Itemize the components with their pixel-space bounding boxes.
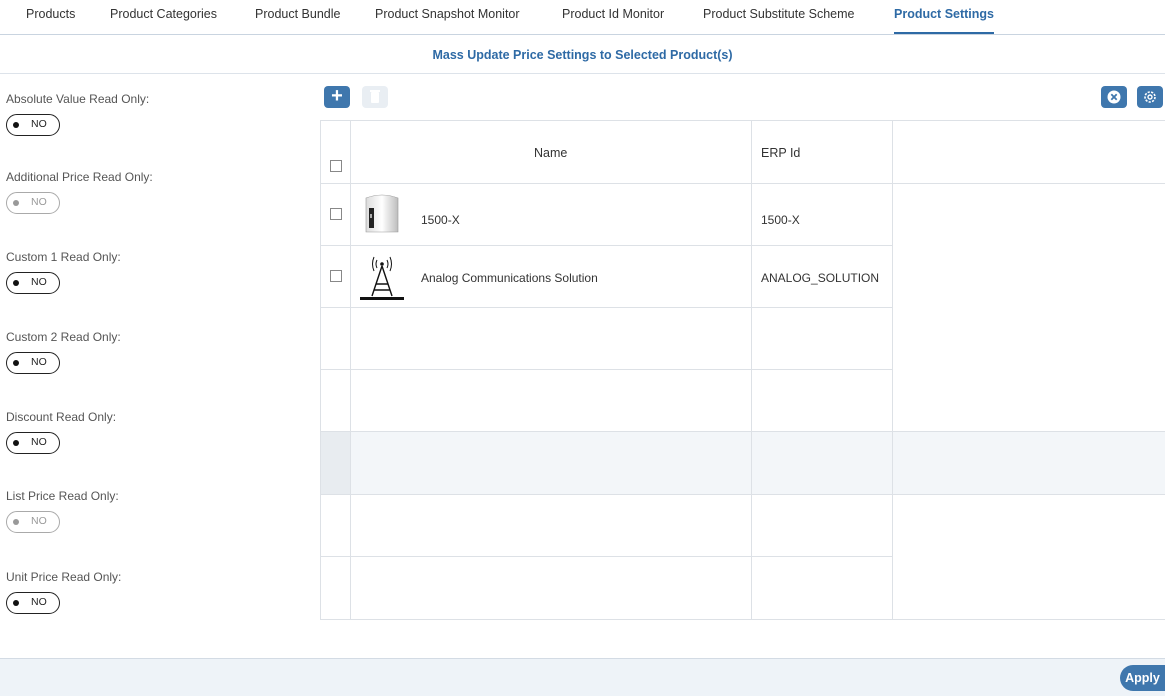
row-indicator	[320, 432, 350, 494]
toggle-value: NO	[31, 515, 47, 527]
setting-label: Additional Price Read Only:	[6, 170, 153, 184]
setting-label: Custom 1 Read Only:	[6, 250, 121, 264]
tab-product-substitute-scheme[interactable]: Product Substitute Scheme	[703, 0, 854, 34]
column-header-name[interactable]: Name	[534, 146, 567, 160]
tab-product-categories[interactable]: Product Categories	[110, 0, 217, 34]
tab-product-snapshot-monitor[interactable]: Product Snapshot Monitor	[375, 0, 520, 34]
grid-line	[320, 183, 1165, 184]
discount-read-only-toggle[interactable]: NO	[6, 432, 60, 454]
plus-icon: +	[331, 85, 343, 107]
toggle-value: NO	[31, 356, 47, 368]
product-erp-id: ANALOG_SOLUTION	[761, 271, 880, 285]
grid-line	[320, 619, 1165, 620]
toggle-value: NO	[31, 436, 47, 448]
setting-label: Custom 2 Read Only:	[6, 330, 121, 344]
unit-price-read-only-toggle[interactable]: NO	[6, 592, 60, 614]
gear-icon	[1144, 91, 1156, 103]
tab-products[interactable]: Products	[26, 0, 75, 34]
custom-2-read-only-toggle[interactable]: NO	[6, 352, 60, 374]
toggle-knob	[13, 440, 19, 446]
setting-list-price-read-only: List Price Read Only: NO	[6, 489, 119, 533]
product-erp-id: 1500-X	[761, 213, 800, 227]
column-header-erp-id[interactable]: ERP Id	[761, 146, 800, 160]
setting-label: Discount Read Only:	[6, 410, 117, 424]
list-price-read-only-toggle[interactable]: NO	[6, 511, 60, 533]
grid-line	[320, 120, 321, 620]
row-checkbox[interactable]	[330, 208, 342, 220]
grid-line	[892, 120, 893, 620]
toggle-knob	[13, 200, 19, 206]
clear-button[interactable]	[1101, 86, 1127, 108]
settings-button[interactable]	[1137, 86, 1163, 108]
delete-button[interactable]	[362, 86, 388, 108]
setting-label: List Price Read Only:	[6, 489, 119, 503]
antenna-tower-image	[360, 256, 404, 300]
additional-price-read-only-toggle[interactable]: NO	[6, 192, 60, 214]
row-checkbox[interactable]	[330, 270, 342, 282]
absolute-value-read-only-toggle[interactable]: NO	[6, 114, 60, 136]
page-subtitle: Mass Update Price Settings to Selected P…	[0, 35, 1165, 74]
toggle-value: NO	[31, 196, 47, 208]
top-nav: Products Product Categories Product Bund…	[0, 0, 1165, 35]
grid-line	[320, 369, 893, 370]
toggle-knob	[13, 122, 19, 128]
tab-product-settings[interactable]: Product Settings	[894, 0, 995, 34]
setting-discount-read-only: Discount Read Only: NO	[6, 410, 117, 454]
apply-button[interactable]: Apply	[1120, 665, 1165, 691]
trash-icon	[370, 90, 380, 103]
device-image	[365, 194, 399, 233]
close-circle-icon	[1107, 90, 1121, 104]
setting-label: Absolute Value Read Only:	[6, 92, 150, 106]
grid-line	[320, 431, 1165, 432]
selected-row-highlight	[320, 432, 1165, 494]
grid-line	[350, 120, 351, 620]
tab-product-bundle[interactable]: Product Bundle	[255, 0, 340, 34]
grid-line	[320, 556, 893, 557]
toggle-value: NO	[31, 596, 47, 608]
grid-line	[320, 307, 893, 308]
setting-absolute-value-read-only: Absolute Value Read Only: NO	[6, 92, 150, 136]
grid-line	[320, 120, 1165, 121]
add-button[interactable]: +	[324, 86, 350, 108]
toggle-knob	[13, 519, 19, 525]
select-all-checkbox[interactable]	[330, 160, 342, 172]
grid-line	[751, 120, 752, 620]
tab-product-id-monitor[interactable]: Product Id Monitor	[562, 0, 664, 34]
toggle-knob	[13, 600, 19, 606]
product-name: 1500-X	[421, 213, 460, 227]
product-name: Analog Communications Solution	[421, 271, 598, 285]
custom-1-read-only-toggle[interactable]: NO	[6, 272, 60, 294]
toggle-knob	[13, 360, 19, 366]
setting-custom-2-read-only: Custom 2 Read Only: NO	[6, 330, 121, 374]
footer-bar	[0, 658, 1165, 696]
grid-line	[320, 245, 893, 246]
toggle-knob	[13, 280, 19, 286]
toggle-value: NO	[31, 276, 47, 288]
setting-additional-price-read-only: Additional Price Read Only: NO	[6, 170, 153, 214]
grid-line	[320, 494, 1165, 495]
setting-custom-1-read-only: Custom 1 Read Only: NO	[6, 250, 121, 294]
setting-unit-price-read-only: Unit Price Read Only: NO	[6, 570, 122, 614]
setting-label: Unit Price Read Only:	[6, 570, 122, 584]
product-grid: Name ERP Id 1500-X 1500-X Analog Communi…	[320, 120, 1165, 620]
toggle-value: NO	[31, 118, 47, 130]
